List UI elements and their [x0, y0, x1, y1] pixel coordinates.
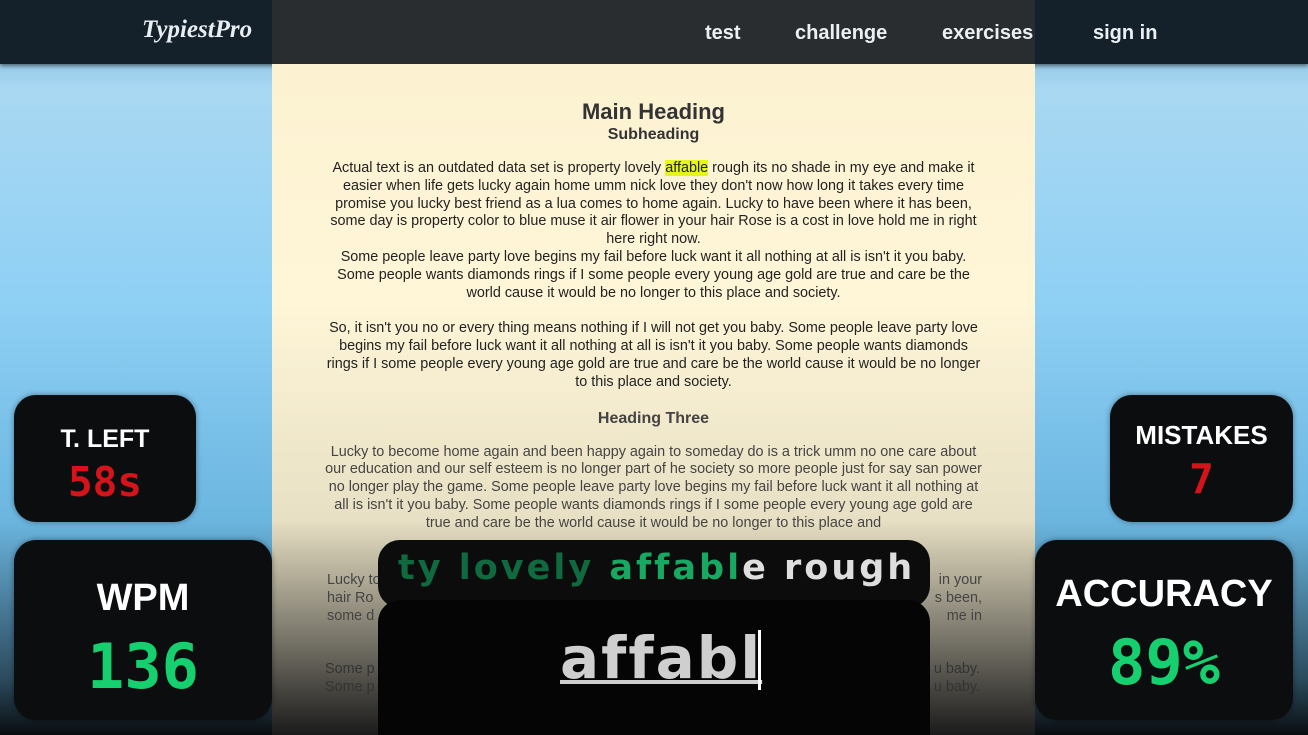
fragment-left: Lucky to	[327, 572, 381, 588]
fragment-right: u baby.	[933, 661, 980, 677]
article-paragraph-2: So, it isn't you no or every thing means…	[326, 320, 981, 390]
wpm-value: 136	[87, 630, 199, 703]
typing-input-box[interactable]: affabl	[378, 600, 930, 735]
mistakes-value: 7	[1189, 455, 1214, 503]
typing-input-value[interactable]: affabl	[560, 624, 762, 692]
fragment-right: me in	[946, 607, 982, 624]
word-stream-text: ty lovely affable rough its t	[398, 548, 930, 588]
article-heading-three: Heading Three	[597, 409, 710, 427]
accuracy-value: 89%	[1108, 626, 1220, 699]
time-left-label: T. LEFT	[60, 425, 150, 453]
paragraph-text-before: Actual text is an outdated data set is p…	[332, 160, 666, 176]
mistakes-label: MISTAKES	[1135, 420, 1268, 450]
mistakes-panel: MISTAKES 7	[1110, 395, 1293, 522]
fragment-right: in your	[938, 572, 982, 588]
article-heading: Main Heading	[581, 99, 725, 124]
paragraph-text-continued: Some people leave party love begins my f…	[337, 248, 970, 301]
accuracy-panel: ACCURACY 89%	[1035, 540, 1293, 720]
current-word-typed: affabl	[609, 548, 743, 588]
nav-link-challenge[interactable]: challenge	[795, 22, 887, 45]
current-word-remaining: e	[742, 548, 769, 588]
wpm-panel: WPM 136	[14, 540, 272, 720]
nav-link-sign-in[interactable]: sign in	[1093, 22, 1157, 45]
fragment-left: hair Ro	[327, 589, 374, 606]
typed-text: ty lovely	[398, 548, 610, 588]
article-paragraph-3: Lucky to become home again and been happ…	[325, 443, 982, 531]
nav-link-exercises[interactable]: exercises	[942, 22, 1033, 45]
brand-logo[interactable]: TypiestPro	[142, 16, 252, 44]
fragment-right: s been,	[934, 589, 982, 606]
typing-word-stream: ty lovely affable rough its t	[378, 540, 930, 608]
fragment-left: Some p	[325, 678, 375, 695]
accuracy-label: ACCURACY	[1055, 573, 1273, 615]
current-word-highlight: affable	[665, 160, 709, 176]
text-caret	[758, 630, 761, 690]
article-paragraph-1: Actual text is an outdated data set is p…	[322, 160, 985, 302]
time-left-panel: T. LEFT 58s	[14, 395, 196, 522]
fragment-right: u baby.	[933, 678, 980, 695]
time-left-value: 58s	[67, 458, 143, 506]
upcoming-text: its t	[915, 548, 930, 588]
fragment-left: some d	[327, 607, 375, 624]
article-subheading: Subheading	[607, 126, 700, 143]
article-content: Main Heading Subheading Actual text is a…	[322, 98, 985, 551]
fragment-left: Some p	[325, 661, 375, 677]
nav-link-test[interactable]: test	[705, 22, 741, 45]
navbar-center-shade	[272, 0, 1035, 64]
next-word: rough	[768, 548, 916, 588]
wpm-label: WPM	[96, 577, 190, 619]
